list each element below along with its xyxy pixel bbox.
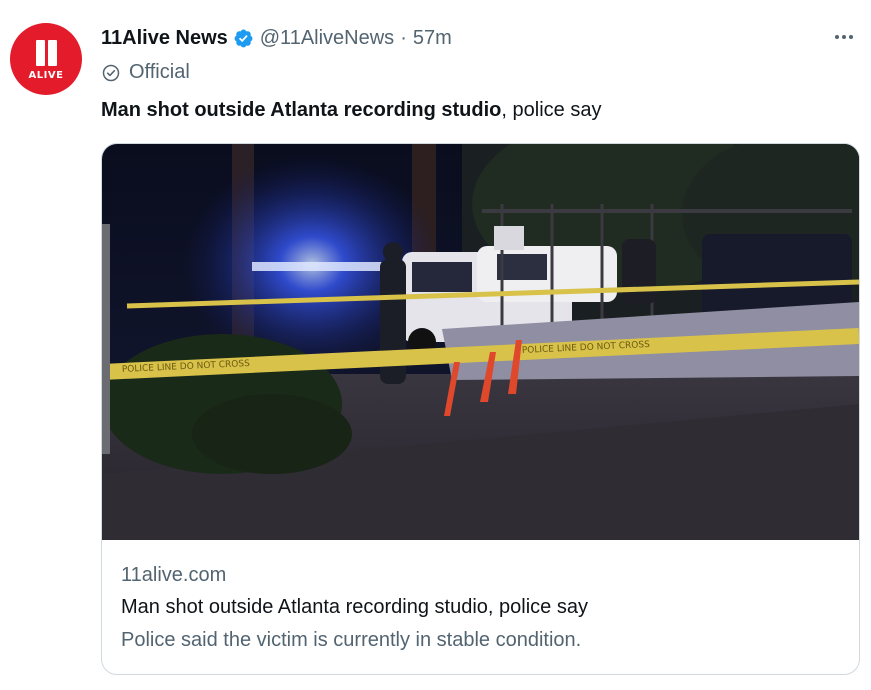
tweet-text: Man shot outside Atlanta recording studi… [101,97,601,123]
more-options-icon[interactable] [829,22,859,52]
verified-badge-icon[interactable] [233,28,254,49]
card-title[interactable]: Man shot outside Atlanta recording studi… [121,596,588,619]
official-check-icon [102,64,120,81]
tweet-header: 11Alive News @11AliveNews · 57m [101,26,452,50]
card-image[interactable]: POLICE LINE DO NOT CROSS POLICE LINE DO … [102,144,859,540]
display-name[interactable]: 11Alive News [101,26,228,50]
official-text: Official [129,61,190,83]
tweet-text-bold: Man shot outside Atlanta recording studi… [101,99,502,121]
avatar[interactable]: ALIVE [10,23,82,95]
card-description: Police said the victim is currently in s… [121,629,582,651]
card-domain[interactable]: 11alive.com [121,564,226,587]
user-handle[interactable]: @11AliveNews [260,26,394,50]
separator-dot: · [400,27,407,49]
crime-scene-photo: POLICE LINE DO NOT CROSS POLICE LINE DO … [102,144,859,540]
avatar-brand-text: ALIVE [28,69,64,81]
station-logo-mark [35,39,57,66]
tweet-text-rest: , police say [501,99,602,121]
official-label: Official [101,61,190,84]
link-card[interactable]: POLICE LINE DO NOT CROSS POLICE LINE DO … [101,143,860,675]
timestamp[interactable]: 57m [413,26,452,50]
